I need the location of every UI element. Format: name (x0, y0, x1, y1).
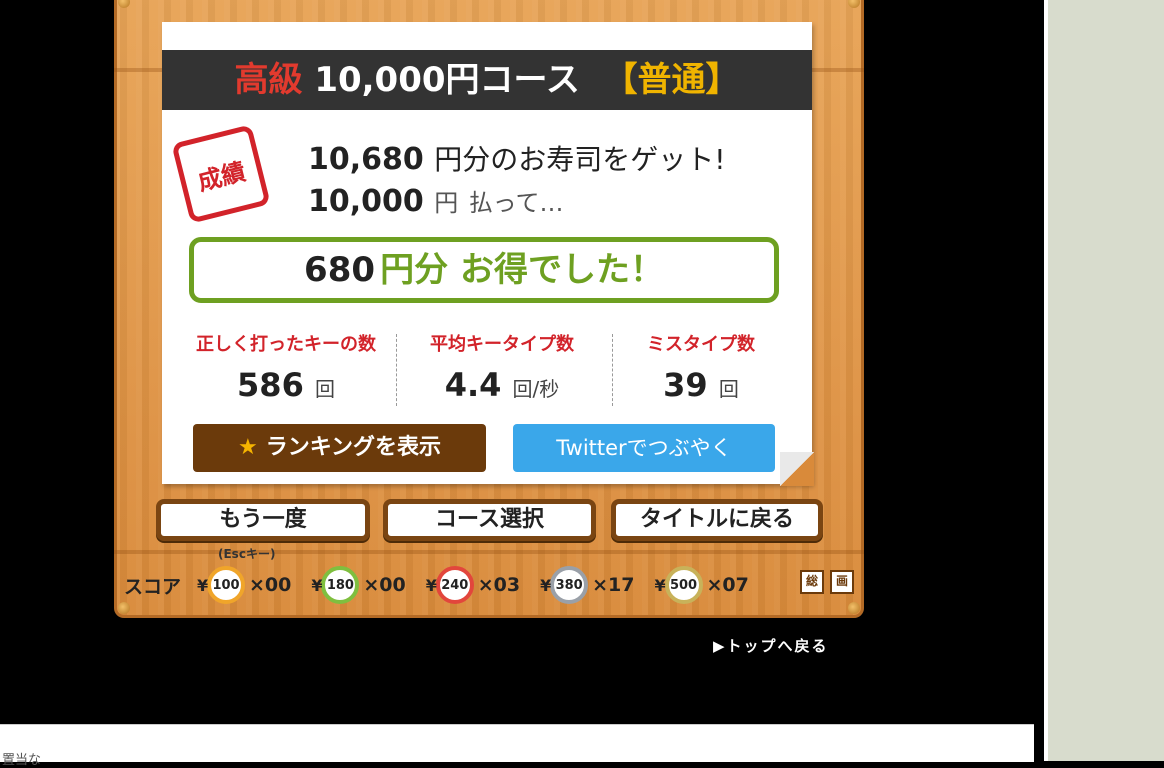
course-select-button[interactable]: コース選択 (383, 499, 596, 541)
course-prefix: 高級 (234, 60, 303, 100)
course-difficulty: 【普通】 (603, 60, 740, 100)
retry-button[interactable]: もう一度 (156, 499, 370, 541)
nail-icon (848, 0, 860, 8)
course-name: 10,000円コース (314, 60, 580, 100)
retry-label: もう一度 (219, 507, 307, 532)
ranking-button[interactable]: ★ ランキングを表示 (193, 424, 486, 472)
nail-icon (118, 602, 130, 614)
plate-score-380: ¥380 ×17 (536, 566, 635, 604)
plate-price: 500 (669, 577, 698, 593)
plate-icon: ¥240 (426, 566, 474, 604)
stat-label: 正しく打ったキーの数 (196, 334, 376, 355)
total-icon[interactable]: 総 (800, 570, 824, 594)
twitter-label: Twitterでつぶやく (556, 436, 732, 460)
plate-icon: ¥380 (540, 566, 589, 604)
back-title-label: タイトルに戻る (639, 507, 794, 532)
screen-icon[interactable]: 画 (830, 570, 854, 594)
plate-count: ×03 (477, 574, 521, 596)
stat-value: 4.4 (444, 366, 502, 404)
star-icon: ★ (237, 435, 258, 460)
toggle-icons: 総 画 (800, 570, 860, 594)
plate-icon: ¥180 (311, 566, 360, 604)
stat-unit: 回/秒 (512, 377, 560, 401)
plate-price: 180 (326, 577, 354, 593)
stat-correct-keys: 正しく打ったキーの数 586 回 (180, 330, 392, 404)
profit-box: 680 円分 お得でした！ (189, 237, 779, 303)
earned-text: 円分のお寿司をゲット! (434, 143, 726, 176)
stat-miss-types: ミスタイプ数 39 回 (595, 330, 807, 404)
plate-count: ×00 (249, 574, 292, 596)
sushi-earned: 10,680 円分のお寿司をゲット! (308, 138, 725, 178)
nail-icon (118, 0, 130, 8)
back-to-top-link[interactable]: ▶トップへ戻る (713, 635, 829, 656)
plate-score-240: ¥240 ×03 (422, 566, 520, 604)
paid-amount: 10,000 (308, 184, 424, 219)
back-title-button[interactable]: タイトルに戻る (611, 499, 823, 541)
score-label: スコア (124, 575, 182, 598)
seal-text: 成績 (194, 157, 249, 196)
plate-count: ×17 (592, 574, 635, 596)
plate-count: ×07 (706, 574, 749, 596)
plate-icon: ¥500 (655, 566, 703, 604)
footer-bar: 置当な (0, 724, 1034, 768)
plate-score-100: ¥100 ×00 (193, 566, 291, 604)
plate-price: 100 (212, 577, 240, 593)
right-sidebar (1048, 0, 1164, 761)
score-row: スコア ¥100 ×00 ¥180 ×00 ¥240 ×03 ¥380 ×17 … (124, 566, 765, 604)
earned-amount: 10,680 (308, 142, 424, 177)
stat-unit: 回 (718, 377, 739, 401)
paid-text: 払って… (468, 189, 564, 217)
stat-label: 平均キータイプ数 (430, 334, 574, 355)
stat-unit: 回 (314, 377, 335, 401)
stat-value: 586 (237, 366, 304, 404)
paid-unit: 円 (434, 189, 459, 217)
nail-icon (848, 602, 860, 614)
plate-score-180: ¥180 ×00 (307, 566, 406, 604)
plate-score-500: ¥500 ×07 (651, 566, 749, 604)
retry-hint: (Escキー) (218, 547, 276, 561)
profit-text: 円分 お得でした！ (380, 250, 664, 290)
stat-label: ミスタイプ数 (647, 334, 755, 355)
stat-avg-speed: 平均キータイプ数 4.4 回/秒 (396, 330, 608, 404)
amount-paid: 10,000 円 払って… (308, 183, 564, 219)
plate-price: 380 (555, 577, 583, 593)
stat-value: 39 (663, 366, 708, 404)
course-select-label: コース選択 (435, 507, 544, 532)
profit-amount: 680 (304, 250, 376, 290)
paper-fold (780, 452, 814, 486)
ranking-label: ランキングを表示 (265, 435, 442, 460)
course-title: 高級 10,000円コース 【普通】 (162, 50, 812, 110)
plate-count: ×00 (363, 574, 406, 596)
footer-text: 置当な (2, 753, 42, 768)
twitter-button[interactable]: Twitterでつぶやく (513, 424, 775, 472)
plate-icon: ¥100 (197, 566, 246, 604)
plate-price: 240 (441, 577, 469, 593)
